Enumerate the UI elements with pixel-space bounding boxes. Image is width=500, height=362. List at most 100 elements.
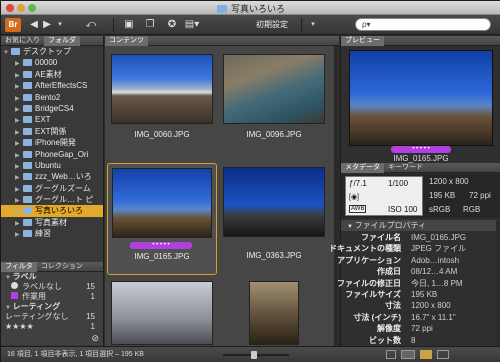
rating-header-text: レーティング [12,302,61,311]
folder-icon [23,230,32,238]
folder-item[interactable]: ▶ AE素材 [1,69,103,80]
tab-metadata[interactable]: メタデータ [341,163,384,173]
boomerang-icon[interactable]: ⤺ [83,18,99,32]
content-panel: コンテンツ IMG_0060.JPG IMG_0096.JPG • • • • … [105,36,339,346]
color-mode: RGB [463,205,481,214]
folder-item[interactable]: ▶ Ubuntu [1,160,103,171]
thumbnail-2-selected[interactable]: • • • • • IMG_0165.JPG [107,163,217,275]
tab-preview[interactable]: プレビュー [341,36,384,46]
filter-label-name: 作業用 [22,292,46,301]
window-title: 写真いろいろ [1,2,500,15]
folder-item[interactable]: ▶ BridgeCS4 [1,103,103,114]
thumbnail-image [249,281,299,345]
thumbnail-view-icon[interactable] [401,350,415,359]
thumbnail-image [111,54,213,124]
favorites-folders-tabs: お気に入り フォルダ [1,36,103,46]
metadata-scrollbar[interactable] [496,220,500,346]
folder-icon [23,207,32,215]
tab-filter[interactable]: フィルタ [1,262,37,272]
folder-icon [23,150,32,158]
property-key: 寸法 (インチ) [353,312,401,322]
thumbnail-5[interactable] [219,277,329,345]
folder-item[interactable]: ▶ 00000 [1,57,103,68]
filter-label-none[interactable]: ラベルなし 15 [1,282,103,292]
folder-item[interactable]: ▶ 写真素材 [1,217,103,228]
folder-icon [23,184,32,192]
filter-rating-none[interactable]: レーティングなし 15 [1,312,103,322]
search-input[interactable]: ρ▾ [355,18,491,31]
property-key: 作成日 [377,267,401,277]
rating-header[interactable]: ▼ レーティング [1,302,103,312]
content-scrollbar[interactable] [334,46,339,346]
tab-collection[interactable]: コレクション [37,262,87,272]
refine-icon[interactable]: ❐ [142,18,158,32]
folder-icon [23,218,32,226]
preview-label-rating: • • • • • [391,146,451,153]
folder-icon [23,139,32,147]
thumbnail-0[interactable]: IMG_0060.JPG [107,50,217,162]
clear-filter-icon[interactable]: ⊘ [91,333,99,344]
tab-keywords[interactable]: キーワード [384,163,427,173]
folder-item[interactable]: ▶ zzz_Web…いろ [1,171,103,182]
details-view-icon[interactable] [420,350,432,359]
forward-arrow-icon[interactable]: ▶ [41,18,53,32]
folder-item[interactable]: ▶ グーグルズーム [1,183,103,194]
bridge-app-button[interactable]: Br [5,18,21,32]
output-icon[interactable]: ▤▾ [183,18,201,32]
folder-label: 写真いろいろ [35,206,83,216]
preview-image[interactable] [349,50,493,146]
folder-item[interactable]: ▶ 練習 [1,228,103,239]
thumbnail-size-slider[interactable] [251,351,257,359]
folder-item[interactable]: ▶ Bento2 [1,92,103,103]
property-value: 今日, 1…8 PM [411,278,463,288]
folder-item[interactable]: ▼ デスクトップ [1,46,103,57]
folder-item[interactable]: ▶ グーグル…ト ピ [1,194,103,205]
folder-item[interactable]: ▶ EXT [1,114,103,125]
thumbnail-1[interactable]: IMG_0096.JPG [219,50,329,162]
property-key: アプリケーション [337,255,401,265]
metering-icon: [◉] [349,194,359,201]
property-row: ファイル名 IMG_0165.JPG [341,232,495,243]
file-properties-header[interactable]: ▼ ファイルプロパティ [341,220,500,231]
tab-folders[interactable]: フォルダ [44,36,80,46]
folder-label: EXT [35,115,51,125]
metadata-tabs: メタデータ キーワード [341,163,500,173]
disclosure-triangle-icon[interactable]: ▶ [15,230,23,241]
lock-grid-icon[interactable] [386,350,396,359]
property-value: Adob…intosh [411,255,460,265]
folder-label: 00000 [35,58,58,68]
tab-content[interactable]: コンテンツ [105,36,148,46]
folder-item[interactable]: ▶ PhoneGap_Ori [1,149,103,160]
camera-download-icon[interactable]: ▣ [121,18,137,32]
folder-item[interactable]: ▶ iPhone開発 [1,137,103,148]
labels-header[interactable]: ▼ ラベル [1,272,103,282]
property-value: 08/12…4 AM [411,267,458,277]
thumbnail-4[interactable] [107,277,217,345]
tab-favorites[interactable]: お気に入り [1,36,44,46]
history-dropdown-icon[interactable]: ▾ [55,18,65,32]
back-arrow-icon[interactable]: ◀ [28,18,40,32]
filter-label-count: 1 [90,292,95,301]
list-view-icon[interactable] [437,350,449,359]
open-in-camera-raw-icon[interactable]: ✪ [165,18,179,32]
property-value: JPEG ファイル [411,244,467,254]
workspace-name[interactable]: 初期設定 [256,18,288,32]
thumbnail-3[interactable]: IMG_0363.JPG [219,163,329,275]
property-row: 寸法 1200 x 800 [341,300,495,311]
folder-item[interactable]: ▶ AfterEffectsCS [1,80,103,91]
property-key: 寸法 [385,301,401,311]
folder-icon [23,104,32,112]
folder-item[interactable]: ▶ EXT関係 [1,126,103,137]
filter-label-work[interactable]: 作業用 1 [1,292,103,302]
toolbar: Br ◀ ▶ ▾ ⤺ ▣ ❐ ✪ ▤▾ 初期設定 ▾ ρ▾ [1,15,500,35]
folder-icon [23,173,32,181]
filter-rating-four[interactable]: ★★★★ 1 [1,322,103,332]
exif-summary: ƒ/7.1 1/100 [◉] AWB ISO 100 1200 x 800 1… [341,174,500,218]
property-row: ビット数 8 [341,335,495,346]
property-row: アプリケーション Adob…intosh [337,255,495,266]
thumbnail-caption: IMG_0363.JPG [246,251,302,260]
filter-label-count: 15 [86,282,95,291]
folder-item[interactable]: ▶ 写真いろいろ [1,205,103,217]
workspace-dropdown-icon[interactable]: ▾ [309,18,317,32]
property-value: 72 ppi [411,324,433,334]
